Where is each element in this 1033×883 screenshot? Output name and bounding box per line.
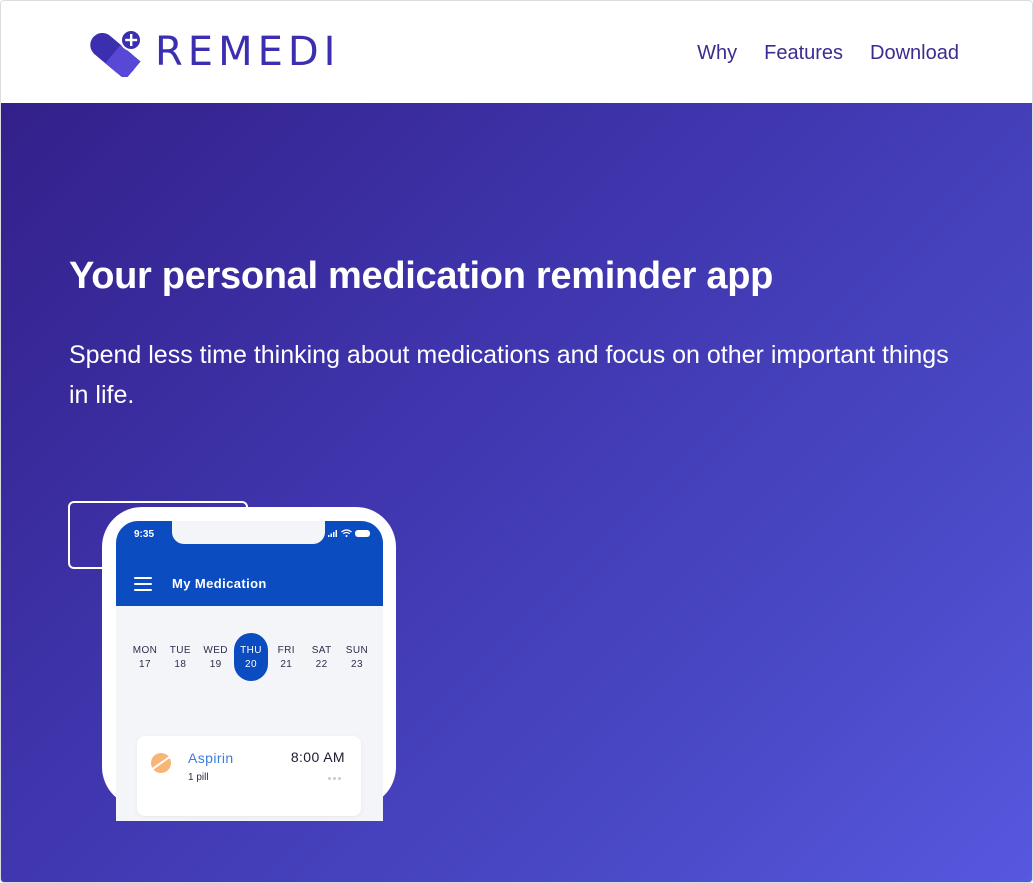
day-number: 20 [245, 658, 257, 670]
week-day-selector: MON 17 TUE 18 WED 19 THU 20 FRI 21 SAT 22 SUN 2… [128, 633, 374, 681]
day-label: THU [240, 644, 262, 656]
day-wed[interactable]: WED 19 [199, 633, 233, 681]
nav-link-why[interactable]: Why [697, 39, 737, 67]
medication-name: Aspirin [188, 750, 234, 766]
day-sat[interactable]: SAT 22 [305, 633, 339, 681]
medication-card[interactable]: Aspirin 8:00 AM 1 pill [137, 736, 361, 816]
phone-screen: 9:35 My Medication MON 17 TUE 18 WED 19 … [116, 521, 383, 821]
status-icons [328, 529, 371, 537]
app-title: My Medication [172, 576, 267, 591]
day-number: 17 [139, 658, 151, 670]
day-label: MON [132, 644, 158, 656]
main-nav: Why Features Download [697, 39, 959, 67]
pill-icon [151, 753, 171, 773]
wifi-icon [341, 529, 352, 537]
status-time: 9:35 [134, 529, 155, 540]
hero-subtitle: Spend less time thinking about medicatio… [69, 341, 949, 409]
heart-pill-icon [90, 29, 142, 77]
day-number: 23 [351, 658, 363, 670]
site-header: REMEDI Why Features Download [1, 1, 1032, 103]
day-fri[interactable]: FRI 21 [269, 633, 303, 681]
battery-icon [355, 529, 370, 537]
day-label: SAT [311, 644, 332, 656]
nav-link-download[interactable]: Download [870, 39, 959, 67]
medication-dose: 1 pill [188, 772, 209, 783]
day-label: TUE [169, 644, 191, 656]
medication-time: 8:00 AM [290, 749, 345, 765]
day-mon[interactable]: MON 17 [128, 633, 162, 681]
app-bar: 9:35 My Medication [116, 521, 383, 606]
hero-title: Your personal medication reminder app [69, 255, 774, 297]
day-number: 18 [174, 658, 187, 670]
day-number: 21 [280, 658, 293, 670]
brand-name: REMEDI [155, 29, 341, 75]
phone-notch [172, 521, 325, 544]
more-options-icon[interactable] [328, 777, 341, 780]
page: REMEDI Why Features Download Your person… [0, 0, 1033, 883]
nav-link-features[interactable]: Features [764, 39, 843, 67]
day-label: SUN [345, 644, 369, 656]
day-number: 22 [315, 658, 328, 670]
day-thu-selected[interactable]: THU 20 [233, 633, 268, 681]
day-label: FRI [277, 644, 295, 656]
day-sun[interactable]: SUN 23 [340, 633, 374, 681]
day-label: WED [203, 644, 228, 656]
day-tue[interactable]: TUE 18 [163, 633, 197, 681]
hamburger-menu-icon[interactable] [134, 577, 152, 591]
day-number: 19 [209, 658, 222, 670]
signal-icon [328, 530, 337, 537]
brand-logo[interactable]: REMEDI [83, 27, 340, 77]
